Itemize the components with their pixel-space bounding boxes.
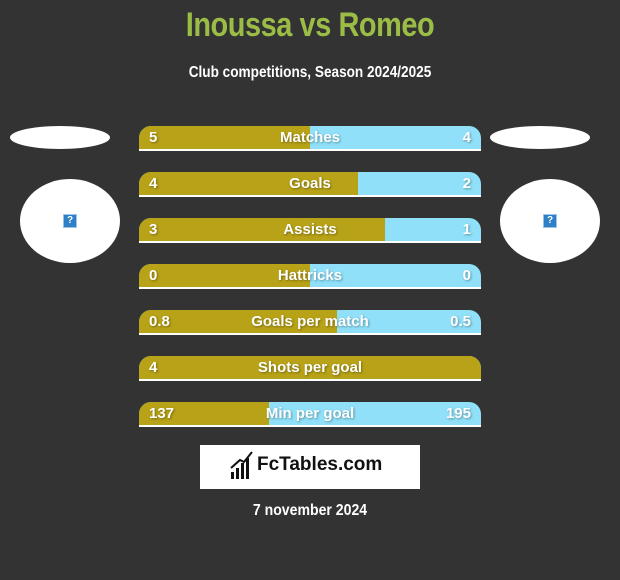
- page-title: Inoussa vs Romeo: [185, 6, 435, 44]
- left-player-badge[interactable]: ?: [20, 179, 120, 263]
- right-player-name-pill: [490, 126, 590, 149]
- right-value: 195: [445, 405, 471, 422]
- logo-text: FcTables.com: [257, 454, 383, 475]
- stat-label: Min per goal: [265, 405, 355, 422]
- stat-label: Shots per goal: [257, 359, 363, 376]
- match-date: 7 november 2024: [252, 502, 368, 519]
- stat-label: Hattricks: [277, 267, 343, 284]
- right-value: 0.5: [450, 313, 471, 330]
- fctables-logo[interactable]: FcTables.com: [200, 445, 420, 489]
- right-value: 2: [462, 175, 471, 192]
- stat-row: 5 Matches 4: [139, 126, 481, 151]
- unknown-image-icon: ?: [63, 214, 77, 228]
- bar-chart-icon: [230, 451, 253, 479]
- stat-row: 3 Assists 1: [139, 218, 481, 243]
- stat-label: Goals: [289, 175, 331, 192]
- stat-label: Goals per match: [251, 313, 369, 330]
- stat-label: Matches: [279, 129, 341, 146]
- stat-row: 137 Min per goal 195: [139, 402, 481, 427]
- right-value: 1: [462, 221, 471, 238]
- stat-label: Assists: [283, 221, 337, 238]
- stat-row: 0 Hattricks 0: [139, 264, 481, 289]
- right-value: 4: [462, 129, 471, 146]
- stat-row: 4 Goals 2: [139, 172, 481, 197]
- right-value: 0: [462, 267, 471, 284]
- stat-row: 0.8 Goals per match 0.5: [139, 310, 481, 335]
- competition-subtitle: Club competitions, Season 2024/2025: [188, 64, 432, 81]
- right-player-badge[interactable]: ?: [500, 179, 600, 263]
- left-player-name-pill: [10, 126, 110, 149]
- unknown-image-icon: ?: [543, 214, 557, 228]
- stat-row: 4 Shots per goal: [139, 356, 481, 381]
